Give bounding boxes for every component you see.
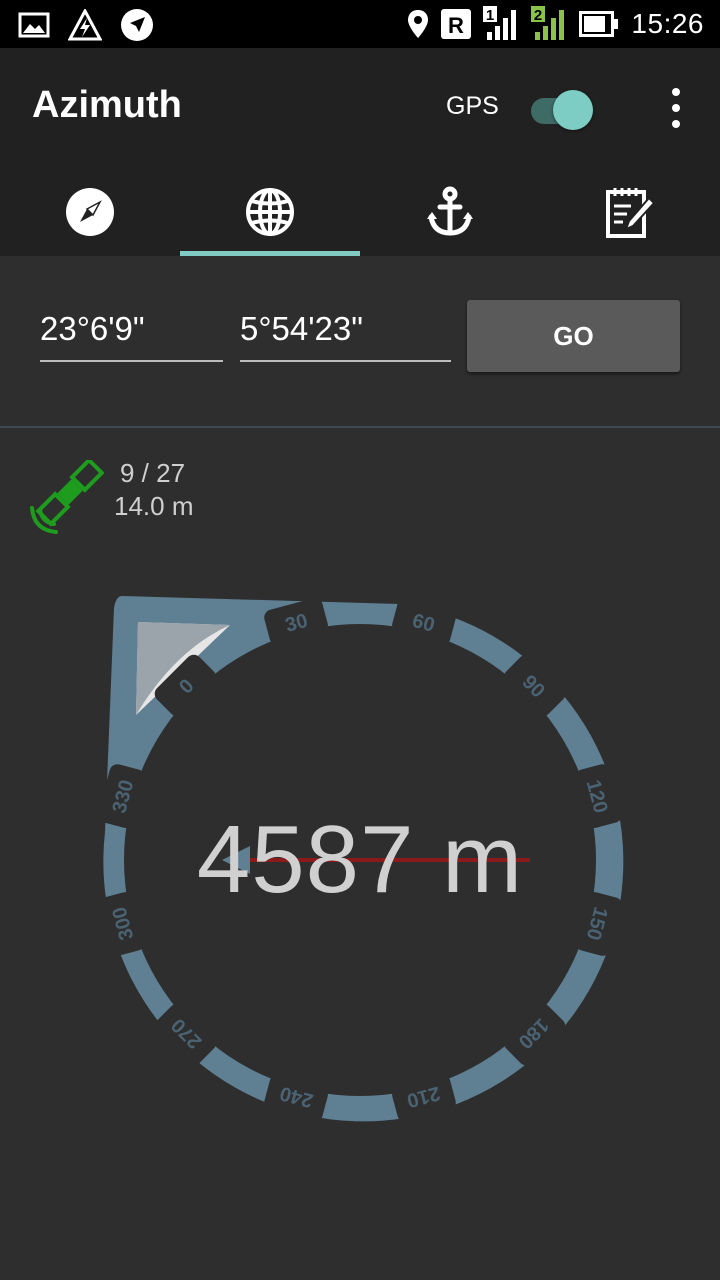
go-button[interactable]: GO bbox=[467, 300, 680, 372]
distance-readout: 4587 m bbox=[196, 806, 524, 913]
longitude-field[interactable]: 5°54'23" bbox=[240, 310, 451, 362]
gps-label: GPS bbox=[446, 92, 499, 120]
flash-icon bbox=[68, 9, 102, 41]
svg-text:2: 2 bbox=[534, 7, 542, 24]
status-bar: R 1 2 15:26 bbox=[0, 0, 720, 48]
longitude-value: 5°54'23" bbox=[240, 310, 363, 347]
svg-text:R: R bbox=[448, 13, 464, 38]
roaming-icon: R bbox=[441, 9, 472, 39]
gps-toggle-thumb bbox=[553, 90, 593, 130]
signal-sim2-icon: 2 bbox=[531, 6, 565, 40]
tab-globe[interactable] bbox=[180, 168, 360, 256]
gps-toggle[interactable] bbox=[527, 88, 595, 132]
navigation-icon bbox=[121, 9, 153, 41]
tab-compass[interactable] bbox=[0, 168, 180, 256]
tab-bar bbox=[0, 168, 720, 256]
gps-accuracy: 14.0 m bbox=[114, 491, 194, 521]
section-divider bbox=[0, 426, 720, 428]
clock: 15:26 bbox=[631, 8, 704, 39]
gallery-icon bbox=[18, 12, 50, 38]
tab-notes[interactable] bbox=[540, 168, 720, 256]
anchor-icon bbox=[427, 186, 473, 236]
app-title: Azimuth bbox=[32, 84, 182, 126]
overflow-menu-icon[interactable] bbox=[664, 86, 688, 130]
location-icon bbox=[408, 10, 429, 38]
globe-icon bbox=[246, 188, 294, 236]
battery-icon bbox=[579, 11, 619, 37]
tab-indicator bbox=[180, 251, 360, 256]
latitude-value: 23°6'9" bbox=[40, 310, 145, 347]
app-bar: Azimuth GPS bbox=[0, 48, 720, 256]
compass-icon bbox=[66, 188, 114, 236]
satellite-icon bbox=[30, 460, 104, 534]
tab-anchor[interactable] bbox=[360, 168, 540, 256]
latitude-field[interactable]: 23°6'9" bbox=[40, 310, 223, 362]
signal-sim1-icon: 1 bbox=[483, 6, 517, 40]
notepad-icon bbox=[606, 188, 655, 238]
svg-text:1: 1 bbox=[486, 7, 494, 24]
satellite-count: 9 / 27 bbox=[120, 458, 186, 488]
